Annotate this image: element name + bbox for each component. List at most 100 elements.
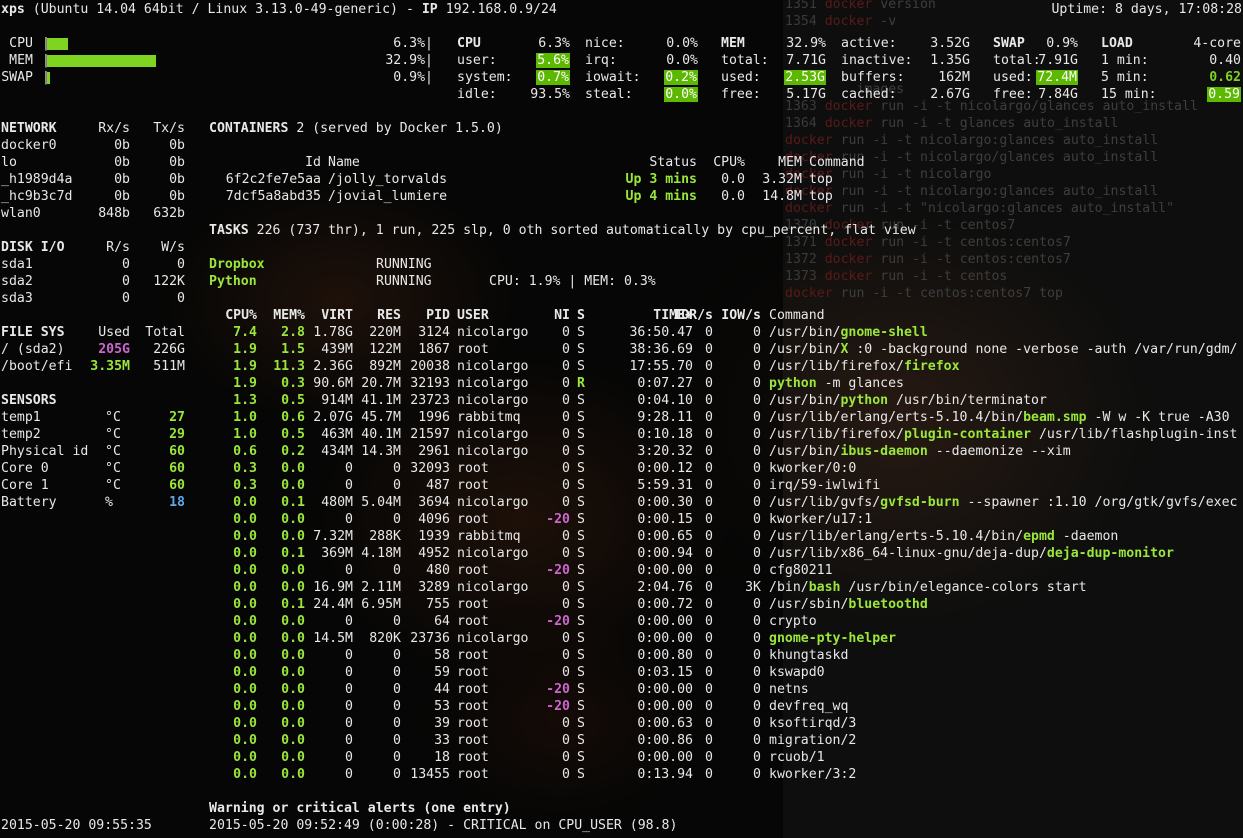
bg-line-number: 1354 bbox=[785, 14, 817, 29]
containers-header-id: Id bbox=[209, 154, 321, 171]
background-terminal-line: 1354 docker -v bbox=[785, 13, 896, 30]
process-command-path: kworker/0:0 bbox=[769, 461, 856, 476]
fs-used: 3.35M bbox=[80, 358, 130, 375]
quicklook-swap-label: SWAP bbox=[0, 69, 33, 86]
hostname: xps bbox=[1, 2, 25, 17]
process-user: root bbox=[457, 647, 489, 664]
quicklook-cpu-bar bbox=[47, 38, 68, 50]
process-virt: 0 bbox=[308, 613, 353, 630]
process-cpu: 0.0 bbox=[209, 766, 257, 783]
process-header-virt[interactable]: VIRT bbox=[308, 307, 353, 324]
process-command: ksoftirqd/3 bbox=[769, 715, 1243, 732]
process-command-path: devfreq_wq bbox=[769, 699, 848, 714]
process-command: /usr/bin/gnome-shell bbox=[769, 324, 1243, 341]
process-header-iow[interactable]: IOW/s bbox=[716, 307, 761, 324]
fs-total-header: Total bbox=[135, 324, 185, 341]
container-mem: 3.32M bbox=[750, 171, 802, 188]
process-ni: 0 bbox=[540, 528, 570, 545]
process-ni: -20 bbox=[540, 681, 570, 698]
process-mem: 0.2 bbox=[260, 443, 305, 460]
process-command-path: netns bbox=[769, 682, 809, 697]
ip-address: 192.168.0.9/24 bbox=[446, 2, 557, 17]
process-pid: 1996 bbox=[404, 409, 450, 426]
process-header-ni[interactable]: NI bbox=[540, 307, 570, 324]
process-command-path: irq/59-iwlwifi bbox=[769, 478, 880, 493]
container-cpu: 0.0 bbox=[700, 188, 745, 205]
process-command-path: crypto bbox=[769, 614, 817, 629]
process-pid: 39 bbox=[404, 715, 450, 732]
fs-used: 205G bbox=[80, 341, 130, 358]
process-user: nicolargo bbox=[457, 324, 528, 341]
process-header-mem[interactable]: MEM% bbox=[260, 307, 305, 324]
cpu-irq-value: 0.0% bbox=[645, 52, 698, 69]
process-s: S bbox=[577, 664, 585, 681]
process-user: nicolargo bbox=[457, 426, 528, 443]
process-time: 0:10.18 bbox=[600, 426, 693, 443]
process-res: 20.7M bbox=[356, 375, 401, 392]
process-header-cpu[interactable]: CPU% bbox=[209, 307, 257, 324]
sensor-name: temp2 bbox=[1, 426, 41, 443]
process-mem: 0.0 bbox=[260, 630, 305, 647]
process-virt: 0 bbox=[308, 562, 353, 579]
process-res: 0 bbox=[356, 511, 401, 528]
container-id: 7dcf5a8abd35 bbox=[209, 188, 321, 205]
process-command: gnome-pty-helper bbox=[769, 630, 1243, 647]
process-ni: -20 bbox=[540, 613, 570, 630]
process-time: 0:00.00 bbox=[600, 681, 693, 698]
sensor-name: Core 0 bbox=[1, 460, 49, 477]
process-res: 0 bbox=[356, 681, 401, 698]
background-terminal-line: 1372 docker run -i -t centos:centos7 bbox=[785, 251, 1071, 268]
process-header-pid[interactable]: PID bbox=[404, 307, 450, 324]
process-s: S bbox=[577, 426, 585, 443]
process-cpu: 0.6 bbox=[209, 443, 257, 460]
process-iow: 0 bbox=[716, 392, 761, 409]
process-ior: 0 bbox=[697, 477, 713, 494]
process-iow: 0 bbox=[716, 630, 761, 647]
process-iow: 0 bbox=[716, 494, 761, 511]
process-iow: 0 bbox=[716, 443, 761, 460]
swap-free-value: 7.84G bbox=[1020, 86, 1078, 103]
process-s: S bbox=[577, 511, 585, 528]
process-user: nicolargo bbox=[457, 358, 528, 375]
cpu-iowait-label: iowait: bbox=[585, 69, 641, 86]
process-ior: 0 bbox=[697, 375, 713, 392]
network-tx: 0b bbox=[140, 154, 185, 171]
monitored-name: Dropbox bbox=[209, 256, 265, 273]
process-s: S bbox=[577, 528, 585, 545]
process-header-ior[interactable]: IOR/s bbox=[672, 307, 713, 324]
process-iow: 0 bbox=[716, 528, 761, 545]
sensor-name: Physical id bbox=[1, 443, 88, 460]
process-ior: 0 bbox=[697, 460, 713, 477]
process-ior: 0 bbox=[697, 426, 713, 443]
process-command-args: /usr/bin/elegance-colors start bbox=[840, 580, 1086, 595]
process-command-path: migration/2 bbox=[769, 733, 856, 748]
process-command: netns bbox=[769, 681, 1243, 698]
process-cpu: 0.0 bbox=[209, 579, 257, 596]
process-mem: 0.0 bbox=[260, 698, 305, 715]
process-time: 0:00.30 bbox=[600, 494, 693, 511]
process-header-user[interactable]: USER bbox=[457, 307, 489, 324]
process-header-command[interactable]: Command bbox=[769, 307, 825, 324]
background-terminal-line: 1364 docker run -i -t glances auto_insta… bbox=[785, 115, 1119, 132]
process-ior: 0 bbox=[697, 392, 713, 409]
process-mem: 0.0 bbox=[260, 681, 305, 698]
process-pid: 3124 bbox=[404, 324, 450, 341]
process-time: 0:13.94 bbox=[600, 766, 693, 783]
process-ni: -20 bbox=[540, 511, 570, 528]
process-ior: 0 bbox=[697, 715, 713, 732]
process-command: /usr/lib/firefox/firefox bbox=[769, 358, 1243, 375]
process-ni: -20 bbox=[540, 698, 570, 715]
process-ior: 0 bbox=[697, 545, 713, 562]
process-command: kworker/0:0 bbox=[769, 460, 1243, 477]
process-mem: 0.0 bbox=[260, 766, 305, 783]
process-s: S bbox=[577, 341, 585, 358]
process-header-s[interactable]: S bbox=[577, 307, 585, 324]
process-mem: 0.3 bbox=[260, 375, 305, 392]
mem-buffers-value: 162M bbox=[910, 69, 970, 86]
process-ni: 0 bbox=[540, 409, 570, 426]
containers-heading: CONTAINERS 2 (served by Docker 1.5.0) bbox=[209, 120, 503, 137]
process-s: S bbox=[577, 766, 585, 783]
process-header-res[interactable]: RES bbox=[356, 307, 401, 324]
process-mem: 0.0 bbox=[260, 732, 305, 749]
process-ior: 0 bbox=[697, 749, 713, 766]
